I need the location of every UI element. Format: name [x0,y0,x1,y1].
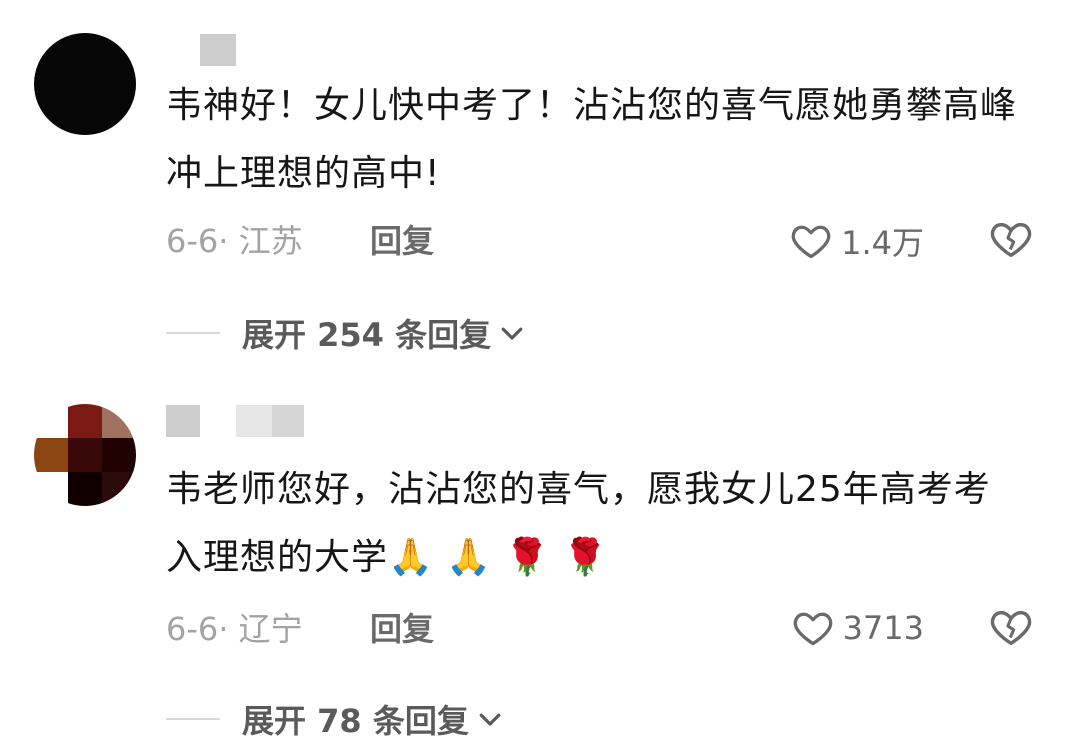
dislike-button[interactable] [988,216,1034,262]
expand-replies-label: 展开 254 条回复 [242,316,492,354]
like-button[interactable]: 1.4万 [789,218,924,264]
avatar[interactable] [34,404,136,506]
comment-date-location: 6-6· 辽宁 [166,610,303,648]
username-redacted [272,405,304,437]
divider [166,332,220,334]
chevron-down-icon [501,327,523,340]
broken-heart-icon [990,222,1032,258]
comment-text: 韦神好！女儿快中考了！沾沾您的喜气愿她勇攀高峰 冲上理想的高中! [166,85,1018,194]
reply-button[interactable]: 回复 [370,216,434,262]
heart-outline-icon [791,225,831,259]
comment-emojis: 🙏 🙏 🌹 🌹 [388,537,609,578]
username-redacted[interactable] [166,405,200,437]
username-redacted[interactable] [200,34,236,66]
expand-replies[interactable]: 展开 254 条回复 [166,310,527,356]
expand-replies-label: 展开 78 条回复 [242,702,469,740]
comment-item: 韦神好！女儿快中考了！沾沾您的喜气愿她勇攀高峰 冲上理想的高中! 6-6· 江苏… [0,0,1080,380]
like-count: 3713 [842,609,924,647]
divider [166,718,220,720]
like-count: 1.4万 [841,224,924,262]
like-button[interactable]: 3713 [791,606,924,650]
expand-replies[interactable]: 展开 78 条回复 [166,696,505,742]
avatar[interactable] [34,33,136,135]
username-redacted [236,405,272,437]
dislike-button[interactable] [988,604,1034,650]
reply-button[interactable]: 回复 [370,604,434,650]
broken-heart-icon [990,610,1032,646]
comment-text: 韦老师您好，沾沾您的喜气，愿我女儿25年高考考入理想的大学🙏 🙏 🌹 🌹 [166,456,1026,592]
comment-date-location: 6-6· 江苏 [166,222,303,260]
chevron-down-icon [479,713,501,726]
heart-outline-icon [793,612,832,646]
comment-item: 韦老师您好，沾沾您的喜气，愿我女儿25年高考考入理想的大学🙏 🙏 🌹 🌹 6-6… [0,380,1080,741]
